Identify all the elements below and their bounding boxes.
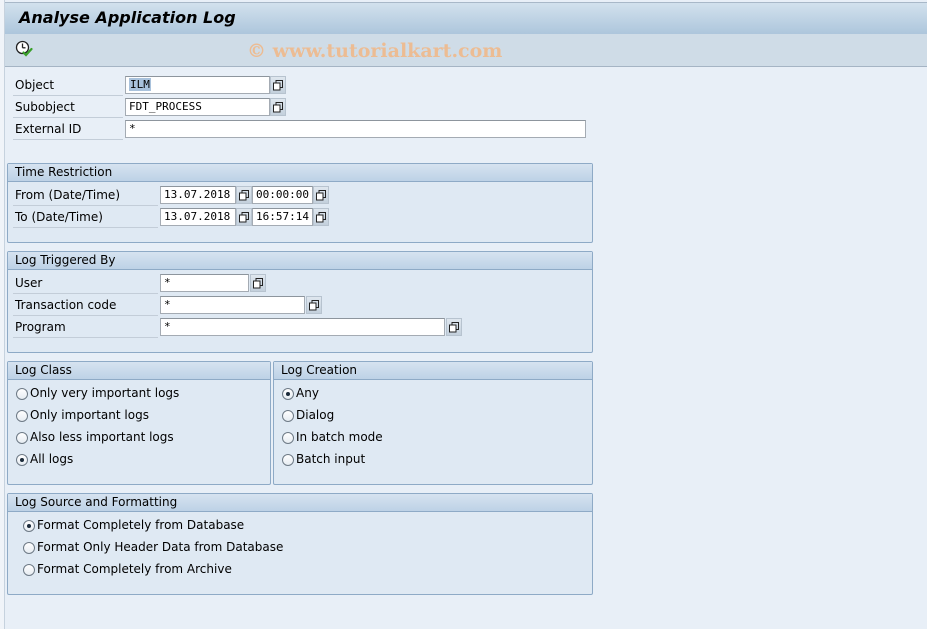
user-f4-button[interactable] (250, 274, 266, 292)
to-time-input[interactable]: 16:57:14 (252, 208, 313, 226)
value-help-icon (239, 212, 249, 223)
log-class-radio-very-important[interactable] (16, 388, 28, 400)
subobject-f4-button[interactable] (270, 98, 286, 116)
subobject-label: Subobject (15, 100, 75, 114)
from-time-f4-button[interactable] (313, 186, 329, 204)
value-help-icon (239, 190, 249, 201)
from-date-f4-button[interactable] (236, 186, 252, 204)
value-help-icon (316, 190, 326, 201)
group-header: Time Restriction (8, 164, 592, 182)
group-title: Time Restriction (15, 165, 113, 179)
value-help-icon (309, 300, 319, 311)
value-help-icon (253, 278, 263, 289)
value-help-icon (316, 212, 326, 223)
group-title: Log Creation (281, 363, 358, 377)
title-bar: Analyse Application Log (5, 2, 927, 35)
object-input[interactable]: ILM (125, 76, 270, 94)
log-class-option-label[interactable]: Also less important logs (30, 430, 174, 444)
log-class-radio-less-important[interactable] (16, 432, 28, 444)
log-source-option-label[interactable]: Format Only Header Data from Database (37, 540, 283, 554)
object-label: Object (15, 78, 55, 92)
from-datetime-label: From (Date/Time) (15, 188, 120, 202)
value-help-icon (273, 80, 283, 91)
group-header: Log Class (8, 362, 270, 380)
group-header: Log Triggered By (8, 252, 592, 270)
value-help-icon (449, 322, 459, 333)
user-input[interactable]: * (160, 274, 249, 292)
log-source-radio-db-complete[interactable] (23, 520, 35, 532)
log-creation-radio-batch-mode[interactable] (282, 432, 294, 444)
log-source-option-label[interactable]: Format Completely from Database (37, 518, 244, 532)
program-f4-button[interactable] (446, 318, 462, 336)
log-creation-option-label[interactable]: Batch input (296, 452, 365, 466)
label-underline (13, 227, 158, 228)
label-underline (13, 95, 123, 96)
window-frame (0, 0, 5, 629)
from-time-input[interactable]: 00:00:00 (252, 186, 313, 204)
label-underline (13, 139, 123, 140)
external-id-label: External ID (15, 122, 82, 136)
external-id-input[interactable]: * (125, 120, 586, 138)
log-creation-option-label[interactable]: Dialog (296, 408, 334, 422)
to-datetime-label: To (Date/Time) (15, 210, 103, 224)
program-input[interactable]: * (160, 318, 445, 336)
object-value: ILM (129, 78, 151, 91)
subobject-input[interactable]: FDT_PROCESS (125, 98, 270, 116)
to-time-f4-button[interactable] (313, 208, 329, 226)
group-header: Log Source and Formatting (8, 494, 592, 512)
log-class-radio-all[interactable] (16, 454, 28, 466)
log-class-option-label[interactable]: All logs (30, 452, 73, 466)
log-creation-group: Log Creation (273, 361, 593, 485)
log-creation-option-label[interactable]: Any (296, 386, 319, 400)
execute-icon[interactable] (15, 40, 33, 58)
log-source-radio-archive[interactable] (23, 564, 35, 576)
log-creation-radio-batch-input[interactable] (282, 454, 294, 466)
label-underline (13, 337, 158, 338)
to-date-f4-button[interactable] (236, 208, 252, 226)
group-title: Log Triggered By (15, 253, 116, 267)
to-date-input[interactable]: 13.07.2018 (160, 208, 236, 226)
log-class-option-label[interactable]: Only important logs (30, 408, 149, 422)
log-class-group: Log Class (7, 361, 271, 485)
program-label: Program (15, 320, 66, 334)
log-class-radio-important[interactable] (16, 410, 28, 422)
log-source-option-label[interactable]: Format Completely from Archive (37, 562, 232, 576)
transaction-code-label: Transaction code (15, 298, 117, 312)
page-title: Analyse Application Log (19, 8, 236, 27)
label-underline (13, 293, 158, 294)
log-creation-radio-dialog[interactable] (282, 410, 294, 422)
label-underline (13, 315, 158, 316)
watermark-text: © www.tutorialkart.com (247, 40, 503, 62)
log-creation-radio-any[interactable] (282, 388, 294, 400)
log-creation-option-label[interactable]: In batch mode (296, 430, 383, 444)
transaction-code-f4-button[interactable] (306, 296, 322, 314)
user-label: User (15, 276, 43, 290)
group-header: Log Creation (274, 362, 592, 380)
from-date-input[interactable]: 13.07.2018 (160, 186, 236, 204)
object-f4-button[interactable] (270, 76, 286, 94)
group-title: Log Class (15, 363, 72, 377)
transaction-code-input[interactable]: * (160, 296, 305, 314)
log-source-radio-db-header[interactable] (23, 542, 35, 554)
label-underline (13, 205, 158, 206)
label-underline (13, 117, 123, 118)
group-title: Log Source and Formatting (15, 495, 178, 509)
value-help-icon (273, 102, 283, 113)
application-toolbar: © www.tutorialkart.com (5, 34, 927, 67)
log-class-option-label[interactable]: Only very important logs (30, 386, 179, 400)
